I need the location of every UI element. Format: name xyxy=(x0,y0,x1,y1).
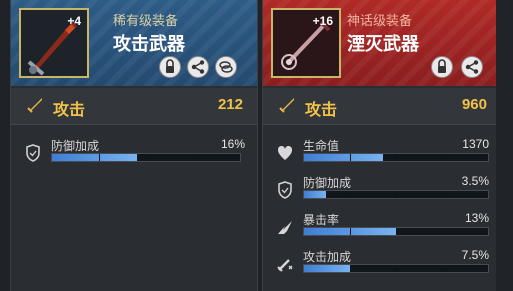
stat-label: 防御加成 xyxy=(303,176,352,190)
item-name: 湮灭武器 xyxy=(347,34,419,54)
stat-bar-fill xyxy=(52,154,137,161)
card-header: +16 神话级装备 湮灭武器 xyxy=(263,0,501,86)
attack-row: 攻击 212 xyxy=(11,88,257,125)
stat-bar-fill xyxy=(304,265,350,272)
share-button[interactable] xyxy=(187,56,209,78)
shield-icon xyxy=(26,144,40,162)
item-card-mythic: +16 神话级装备 湮灭武器 攻击 960 生命值 1370 防御加成 3.5% xyxy=(262,0,502,291)
lock-icon xyxy=(166,59,174,73)
stat-bar xyxy=(303,190,489,199)
stat-bar xyxy=(303,264,489,273)
shield-icon xyxy=(278,181,292,199)
stat-label: 生命值 xyxy=(303,139,340,153)
coins-icon xyxy=(219,61,233,73)
enhance-level: +16 xyxy=(312,14,333,28)
stat-value: 1370 xyxy=(462,137,489,151)
stat-bar-fill xyxy=(304,154,384,161)
attack-boost-icon xyxy=(277,259,293,272)
card-header: +4 稀有级装备 攻击武器 xyxy=(11,0,257,86)
share-icon xyxy=(465,60,479,74)
stat-bar xyxy=(303,227,489,236)
lock-icon xyxy=(438,59,446,73)
heart-icon xyxy=(277,145,293,160)
stat-value: 16% xyxy=(220,137,245,151)
item-icon-frame[interactable]: +16 xyxy=(271,8,341,78)
coins-button[interactable] xyxy=(215,56,237,78)
attack-label: 攻击 xyxy=(305,102,338,119)
enhance-level: +4 xyxy=(67,14,81,28)
stat-value: 13% xyxy=(464,211,489,225)
stat-value: 7.5% xyxy=(461,248,489,262)
crit-icon xyxy=(278,221,292,234)
share-button[interactable] xyxy=(461,56,483,78)
attack-label: 攻击 xyxy=(53,102,86,119)
stat-value: 3.5% xyxy=(461,174,489,188)
side-scroll-area xyxy=(496,0,513,291)
share-icon xyxy=(191,60,205,74)
item-card-rare: +4 稀有级装备 攻击武器 攻击 212 防御加成 16% xyxy=(10,0,258,291)
rarity-label: 神话级装备 xyxy=(347,13,413,28)
rarity-label: 稀有级装备 xyxy=(113,13,179,28)
sword-icon xyxy=(27,98,42,113)
lock-button[interactable] xyxy=(431,56,453,78)
stat-row: 暴击率 13% xyxy=(263,211,501,247)
stat-bar xyxy=(303,153,489,162)
stat-row: 生命值 1370 xyxy=(263,137,501,173)
stat-label: 防御加成 xyxy=(51,139,100,153)
stat-row: 防御加成 16% xyxy=(11,137,257,173)
stat-bar xyxy=(51,153,241,162)
sword-icon xyxy=(279,98,294,113)
stat-row: 防御加成 3.5% xyxy=(263,174,501,210)
attack-value: 960 xyxy=(461,96,487,113)
attack-row: 攻击 960 xyxy=(263,88,501,125)
attack-value: 212 xyxy=(217,96,243,113)
stat-label: 攻击加成 xyxy=(303,250,352,264)
stat-bar-fill xyxy=(304,191,327,198)
stat-label: 暴击率 xyxy=(303,213,340,227)
stat-row: 攻击加成 7.5% xyxy=(263,248,501,284)
lock-button[interactable] xyxy=(159,56,181,78)
item-icon-frame[interactable]: +4 xyxy=(19,8,89,78)
item-name: 攻击武器 xyxy=(113,34,185,54)
